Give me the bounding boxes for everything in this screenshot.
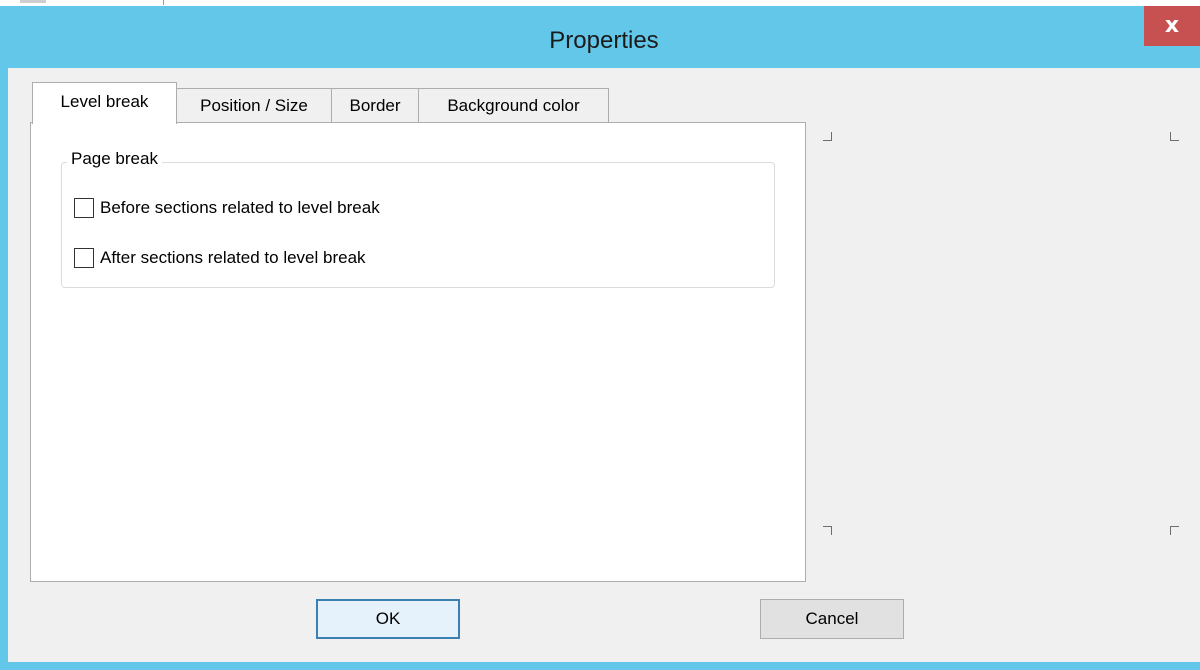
after-sections-checkbox[interactable] [74,248,94,268]
page-break-groupbox: Page break Before sections related to le… [61,149,775,288]
after-sections-label: After sections related to level break [100,248,366,267]
page-break-legend: Page break [67,149,162,169]
dialog-title: Properties [549,27,659,54]
preview-corner-top-left [823,132,832,141]
properties-dialog: Properties x Level break Position / Size… [0,0,1200,670]
tab-background-color[interactable]: Background color [418,88,609,122]
preview-corner-top-right [1170,132,1179,141]
tab-border[interactable]: Border [331,88,419,122]
before-sections-option[interactable]: Before sections related to level break [74,196,380,220]
title-bar[interactable]: Properties x [8,6,1200,68]
background-window-divider [163,0,164,5]
preview-corner-bottom-left [823,526,832,535]
before-sections-label: Before sections related to level break [100,198,380,217]
after-sections-option[interactable]: After sections related to level break [74,246,366,270]
dialog-client-area: Level break Position / Size Border Backg… [8,68,1200,662]
close-button[interactable]: x [1144,6,1200,46]
before-sections-checkbox[interactable] [74,198,94,218]
tab-position-size[interactable]: Position / Size [176,88,332,122]
preview-corner-bottom-right [1170,526,1179,535]
cancel-button[interactable]: Cancel [760,599,904,639]
level-break-tab-panel: Page break Before sections related to le… [30,122,806,582]
tab-level-break[interactable]: Level break [32,82,177,124]
ok-button[interactable]: OK [316,599,460,639]
background-window-mark [20,0,46,3]
window-bottom-border [0,662,1200,670]
